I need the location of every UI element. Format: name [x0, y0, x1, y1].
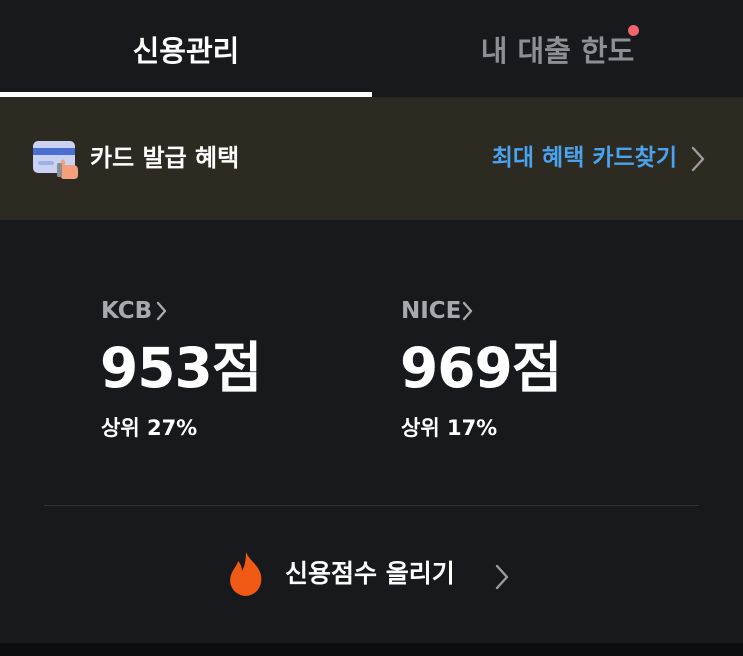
chevron-right-icon — [494, 564, 510, 594]
bottom-bar — [0, 643, 743, 656]
kcb-score-rank: 상위 27% — [101, 416, 198, 440]
tab-bar: 신용관리 내 대출 한도 — [0, 0, 743, 97]
fire-icon — [227, 551, 265, 601]
chevron-right-icon — [156, 301, 168, 325]
tab-loan-limit[interactable]: 내 대출 한도 — [372, 0, 743, 97]
chevron-right-icon — [462, 301, 474, 325]
credit-card-icon — [33, 139, 81, 183]
tab-credit-management[interactable]: 신용관리 — [0, 0, 372, 97]
tab-label: 내 대출 한도 — [480, 33, 635, 68]
chevron-right-icon — [690, 146, 706, 176]
boost-label: 신용점수 올리기 — [285, 559, 455, 588]
kcb-score-value: 953점 — [100, 336, 262, 400]
notification-dot — [628, 25, 639, 36]
find-max-benefit-card-link[interactable]: 최대 혜택 카드찾기 — [492, 138, 677, 178]
banner-title: 카드 발급 혜택 — [90, 144, 240, 172]
nice-score-value: 969점 — [400, 336, 562, 400]
nice-score-rank: 상위 17% — [401, 416, 498, 440]
tab-label: 신용관리 — [132, 33, 240, 68]
nice-agency-link[interactable]: NICE — [401, 296, 461, 326]
kcb-agency-link[interactable]: KCB — [101, 296, 152, 326]
